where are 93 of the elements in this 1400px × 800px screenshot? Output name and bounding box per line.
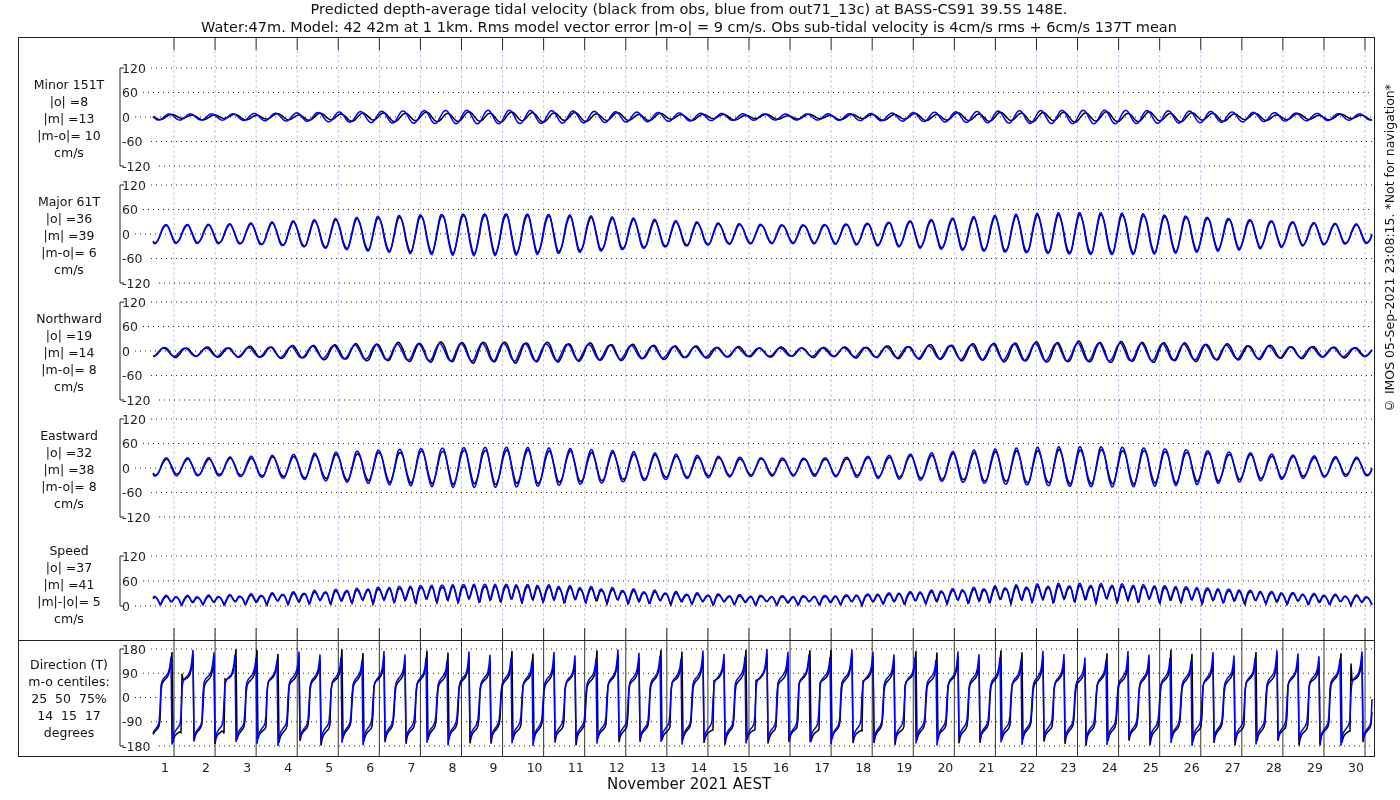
day-label: 20 [937, 760, 954, 775]
panel-label: |m|-|o|= 5 [37, 592, 101, 610]
panel-label: |o| =36 [45, 210, 93, 227]
day-label: 2 [202, 760, 211, 775]
y-tick-label: 120 [122, 294, 146, 310]
day-label: 17 [814, 760, 831, 775]
panel-label: cm/s [54, 144, 84, 161]
y-tick-label: 0 [122, 109, 130, 125]
x-axis-label: November 2021 AEST [606, 775, 772, 793]
day-label: 24 [1101, 760, 1118, 775]
day-label: 14 [690, 760, 707, 775]
panel-label: |m| =41 [43, 575, 95, 593]
day-label: 6 [366, 760, 375, 775]
panel-label: Eastward [40, 427, 98, 444]
chart-title: Predicted depth-average tidal velocity (black from obs, blue from out71_13c) at BASS-CS91 39.5S 148E. [310, 0, 1068, 18]
panel-label: cm/s [54, 609, 84, 627]
y-tick-label: 120 [122, 177, 146, 193]
day-label: 26 [1183, 760, 1200, 775]
y-tick-label: -60 [122, 485, 143, 500]
y-tick-label: -120 [122, 275, 151, 291]
panel-label: cm/s [54, 495, 84, 512]
panel-label: cm/s [54, 378, 84, 395]
day-label: 30 [1348, 760, 1364, 775]
y-tick-label: 0 [122, 460, 130, 476]
panel-label: Major 61T [37, 193, 101, 210]
day-label: 29 [1307, 760, 1323, 775]
panel-label: cm/s [54, 261, 84, 278]
panel-label: |m| =14 [43, 344, 95, 361]
day-label: 4 [284, 760, 293, 775]
day-label: 21 [978, 760, 995, 775]
y-tick-label: -60 [122, 251, 143, 266]
day-label: 8 [448, 760, 457, 775]
y-tick-label: 0 [122, 690, 130, 705]
panel-label: 14 15 17 [37, 707, 101, 724]
panel-label: Direction (T) [30, 656, 108, 673]
y-tick-label: -60 [122, 368, 143, 383]
y-tick-label: 60 [122, 436, 138, 451]
panel-label: |m-o|= 10 [37, 127, 101, 144]
panel-label: Minor 151T [33, 76, 105, 93]
day-label: 7 [407, 760, 416, 775]
y-tick-label: -120 [122, 158, 151, 174]
y-tick-label: 0 [122, 598, 130, 614]
panel-label: 25 50 75% [31, 690, 107, 707]
y-tick-label: 0 [122, 226, 130, 242]
y-tick-label: 60 [122, 85, 138, 100]
day-label: 23 [1060, 760, 1077, 775]
day-label: 9 [489, 760, 498, 775]
day-label: 11 [567, 760, 584, 775]
day-label: 22 [1019, 760, 1036, 775]
y-tick-label: 120 [122, 548, 146, 564]
y-tick-label: 120 [122, 411, 146, 427]
day-label: 16 [773, 760, 789, 775]
day-label: 12 [608, 760, 625, 775]
panel-label: |m| =13 [43, 110, 95, 127]
panel-label: Northward [36, 310, 102, 327]
y-tick-label: 60 [122, 573, 138, 589]
panel-label: |o| =8 [49, 93, 89, 110]
y-tick-label: -120 [122, 509, 151, 525]
panel-label: |m-o|= 8 [41, 361, 97, 378]
day-label: 1 [161, 760, 169, 775]
y-axis [119, 555, 125, 607]
y-tick-label: 0 [122, 343, 130, 359]
y-tick-label: -180 [122, 738, 151, 754]
y-tick-label: -60 [122, 134, 143, 149]
day-label: 18 [855, 760, 872, 775]
y-tick-label: -120 [122, 392, 151, 408]
panel-label: |m| =38 [43, 461, 95, 478]
panel-label: degrees [43, 724, 95, 741]
panel-label: Speed [49, 541, 89, 559]
day-label: 27 [1224, 760, 1241, 775]
chart-title: Water:47m. Model: 42 42m at 1 1km. Rms model vector error |m-o| = 9 cm/s. Obs sub-tidal velocity is 4cm/s rms + 6cm/s 137T mean [201, 18, 1177, 36]
y-tick-label: 90 [122, 665, 138, 681]
day-label: 19 [896, 760, 913, 775]
day-label: 13 [649, 760, 666, 775]
copyright-note: © IMOS 05-Sep-2021 23:08:15. *Not for navigation* [1381, 84, 1397, 414]
panel-label: |m| =39 [43, 227, 95, 244]
y-tick-label: -90 [122, 714, 143, 730]
y-tick-label: 60 [122, 319, 138, 334]
day-label: 28 [1265, 760, 1282, 775]
panel-label: |o| =32 [45, 444, 93, 461]
panel-label: |o| =19 [45, 327, 93, 344]
y-tick-label: 60 [122, 202, 138, 217]
y-tick-label: 120 [122, 60, 146, 76]
panel-label: |o| =37 [45, 558, 93, 576]
panel-label: |m-o|= 6 [41, 244, 97, 261]
day-label: 5 [325, 760, 334, 775]
panel-label: m-o centiles: [28, 673, 110, 690]
day-label: 3 [243, 760, 252, 775]
day-label: 10 [526, 760, 543, 775]
y-tick-label: 180 [122, 641, 146, 657]
day-label: 15 [732, 760, 748, 775]
day-label: 25 [1142, 760, 1159, 775]
panel-label: |m-o|= 8 [41, 478, 97, 495]
